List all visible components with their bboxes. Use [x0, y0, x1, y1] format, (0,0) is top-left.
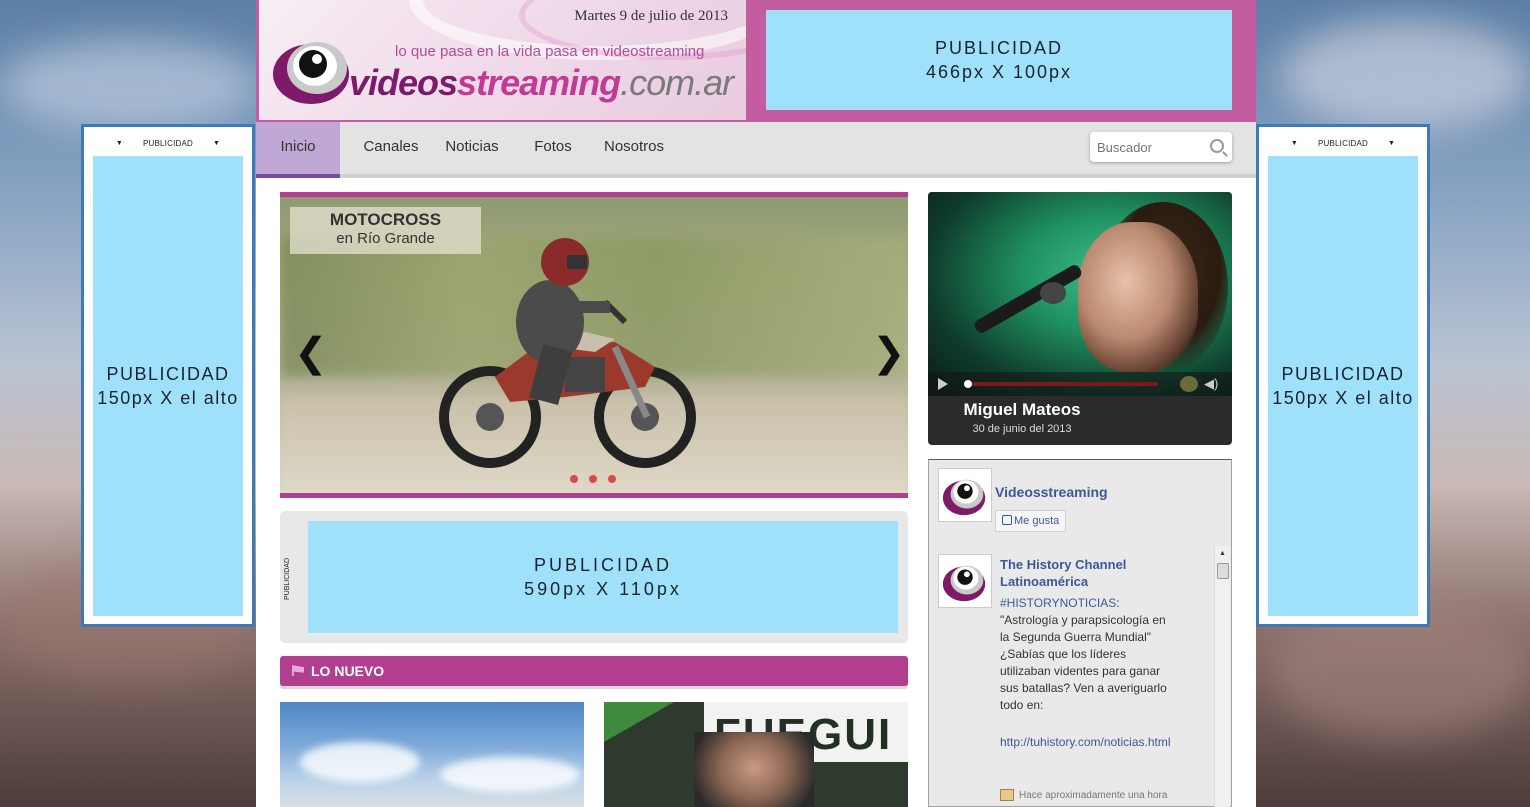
site-logo-text: videosstreaming.com.ar	[349, 62, 734, 104]
post-author-avatar[interactable]	[938, 554, 992, 608]
news-thumbnail[interactable]: FUEGUI	[604, 702, 908, 807]
post-text: #HISTORYNOTICIAS: "Astrología y parapsic…	[1000, 595, 1175, 714]
video-image-detail	[1078, 222, 1198, 372]
thumbnail-cloud	[440, 757, 580, 792]
ad-header: ▼ PUBLICIDAD ▼	[93, 133, 243, 153]
background-cloud	[1280, 20, 1530, 130]
nav-item-noticias[interactable]: Noticias	[438, 122, 506, 178]
scroll-up-arrow-icon[interactable]: ▲	[1219, 550, 1226, 557]
post-body: : "Astrología y parapsicología en la Seg…	[1000, 596, 1167, 712]
video-image-detail	[1040, 282, 1066, 304]
left-side-ad[interactable]: ▼ PUBLICIDAD ▼ PUBLICIDAD 150px X el alt…	[81, 124, 255, 627]
site-tagline: lo que pasa en la vida pasa en videostre…	[395, 43, 705, 60]
page-name-link[interactable]: Videosstreaming	[995, 484, 1108, 500]
current-date: Martes 9 de julio de 2013	[574, 8, 728, 24]
video-player-controls: ◀)	[928, 372, 1232, 396]
thumbnail-decoration	[604, 702, 674, 742]
search-input[interactable]	[1097, 139, 1207, 155]
ad-line1: PUBLICIDAD	[106, 364, 230, 384]
ad-line1: PUBLICIDAD	[1281, 364, 1405, 384]
ad-label: PUBLICIDAD	[1317, 138, 1368, 148]
eye-logo-icon	[271, 36, 357, 106]
news-thumbnail[interactable]	[280, 702, 584, 807]
feed-scrollbar[interactable]: ▲	[1214, 546, 1230, 807]
ad-banner[interactable]: PUBLICIDAD 150px X el alto	[1268, 156, 1418, 616]
logo-word-streaming: streaming	[457, 62, 621, 103]
search-icon[interactable]	[1210, 139, 1224, 153]
ad-line2: 466px X 100px	[925, 62, 1073, 82]
video-date: 30 de junio del 2013	[972, 423, 1072, 435]
video-title[interactable]: Miguel Mateos	[928, 400, 1116, 420]
nav-item-canales[interactable]: Canales	[356, 122, 426, 178]
middle-ad-container: PUBLICIDAD PUBLICIDAD 590px X 110px	[280, 511, 908, 643]
logo-area[interactable]: Martes 9 de julio de 2013 lo que pasa en…	[259, 0, 746, 120]
featured-video[interactable]: ◀) Miguel Mateos 30 de junio del 2013	[928, 192, 1232, 445]
nav-item-fotos[interactable]: Fotos	[524, 122, 582, 178]
nav-item-nosotros[interactable]: Nosotros	[598, 122, 670, 178]
slider-next-arrow-icon[interactable]: ❯	[872, 333, 906, 375]
thumbnail-person	[694, 732, 814, 807]
like-label: Me gusta	[1014, 515, 1060, 527]
slider-prev-arrow-icon[interactable]: ❮	[294, 333, 328, 375]
background-cloud	[0, 40, 260, 130]
middle-ad-side-label: PUBLICIDAD	[284, 558, 291, 601]
logo-word-videos: videos	[349, 62, 458, 103]
progress-knob[interactable]	[964, 380, 972, 388]
motocross-rider-image	[439, 238, 696, 468]
facebook-like-box: Videosstreaming Me gusta The History Cha…	[928, 459, 1232, 807]
logo-word-domain: .com.ar	[620, 62, 734, 103]
slide-caption: MOTOCROSS en Río Grande	[290, 207, 481, 254]
nav-item-inicio[interactable]: Inicio	[256, 122, 340, 178]
thumbs-up-icon	[1002, 515, 1012, 525]
caret-down-icon: ▼	[1290, 139, 1298, 147]
slide-caption-subtitle: en Río Grande	[336, 230, 435, 247]
slider-dot[interactable]	[589, 475, 597, 483]
right-side-ad[interactable]: ▼ PUBLICIDAD ▼ PUBLICIDAD 150px X el alt…	[1256, 124, 1430, 627]
section-title: LO NUEVO	[311, 663, 385, 679]
ad-line2: 590px X 110px	[524, 579, 682, 599]
volume-icon[interactable]: ◀)	[1204, 377, 1222, 391]
search-box	[1090, 132, 1232, 162]
ad-line1: PUBLICIDAD	[934, 38, 1064, 58]
post-author-link[interactable]: The History Channel Latinoamérica	[1000, 556, 1150, 590]
section-header-lo-nuevo: LO NUEVO	[280, 656, 908, 686]
main-nav: Inicio Canales Noticias Fotos Nosotros	[256, 122, 1256, 178]
middle-ad-banner[interactable]: PUBLICIDAD 590px X 110px	[308, 521, 898, 633]
thumbnail-cloud	[300, 742, 420, 782]
ad-line2: 150px X el alto	[1272, 388, 1414, 408]
ad-label: PUBLICIDAD	[142, 138, 193, 148]
slider-dot[interactable]	[570, 475, 578, 483]
post-timestamp: Hace aproximadamente una hora	[1019, 790, 1168, 801]
progress-track[interactable]	[966, 382, 1158, 386]
slide-caption-title: MOTOCROSS	[329, 210, 442, 229]
scrollbar-thumb[interactable]	[1217, 563, 1229, 579]
caret-down-icon: ▼	[213, 139, 221, 147]
caret-down-icon: ▼	[1388, 139, 1396, 147]
play-icon[interactable]	[938, 378, 948, 390]
facebook-feed[interactable]: The History Channel Latinoamérica #HISTO…	[929, 546, 1231, 807]
slider-dot[interactable]	[608, 475, 616, 483]
ad-line2: 150px X el alto	[97, 388, 239, 408]
ad-line1: PUBLICIDAD	[533, 555, 673, 575]
slider-pagination	[570, 475, 616, 483]
image-slider[interactable]: MOTOCROSS en Río Grande ❮ ❯	[280, 192, 908, 498]
top-ad-banner[interactable]: PUBLICIDAD 466px X 100px	[766, 10, 1232, 110]
channel-logo-icon	[1180, 376, 1198, 392]
post-hashtag-link[interactable]: #HISTORYNOTICIAS	[1000, 596, 1116, 610]
ad-banner[interactable]: PUBLICIDAD 150px X el alto	[93, 156, 243, 616]
flag-icon	[292, 665, 304, 676]
ad-header: ▼ PUBLICIDAD ▼	[1268, 133, 1418, 153]
site-header: Martes 9 de julio de 2013 lo que pasa en…	[256, 0, 1256, 122]
post-type-icon	[1000, 789, 1014, 801]
like-button[interactable]: Me gusta	[995, 510, 1067, 532]
page-container: Martes 9 de julio de 2013 lo que pasa en…	[256, 0, 1256, 807]
page-avatar[interactable]	[938, 468, 992, 522]
post-url-link[interactable]: http://tuhistory.com/noticias.html	[1000, 734, 1175, 751]
caret-down-icon: ▼	[115, 139, 123, 147]
